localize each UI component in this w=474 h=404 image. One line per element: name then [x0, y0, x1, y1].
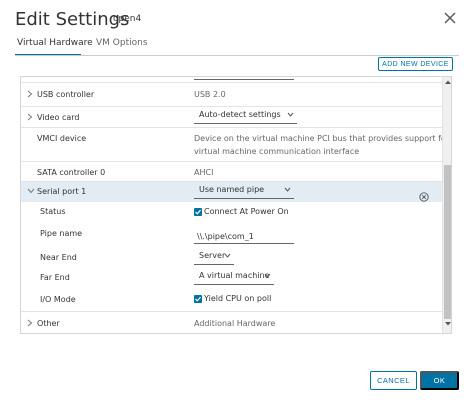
row-description: Device on the virtual machine PCI bus th…	[194, 132, 452, 158]
description-line: Device on the virtual machine PCI bus th…	[194, 134, 452, 143]
close-icon[interactable]	[442, 10, 458, 26]
tab-vm-options[interactable]: VM Options	[96, 38, 148, 48]
chevron-right-icon[interactable]	[27, 319, 33, 329]
yield-cpu-checkbox[interactable]	[194, 295, 202, 303]
connect-at-power-on-checkbox[interactable]	[194, 208, 202, 216]
cancel-button[interactable]: CANCEL	[370, 371, 417, 390]
select-value: Server	[199, 251, 226, 260]
chevron-down-icon	[264, 272, 271, 280]
row-label: Video card	[37, 113, 80, 122]
chevron-down-icon	[224, 252, 231, 260]
row-label: VMCI device	[37, 134, 87, 143]
select-field-partial	[194, 77, 294, 80]
scrollbar[interactable]	[442, 77, 451, 333]
chevron-down-icon[interactable]	[27, 188, 35, 196]
add-new-device-button[interactable]: ADD NEW DEVICE	[378, 57, 453, 71]
row-label: Other	[37, 319, 60, 328]
row-pipe-name: Pipe name	[21, 222, 442, 248]
row-other[interactable]: Other Additional Hardware	[21, 312, 442, 333]
select-value: A virtual machine	[199, 271, 270, 280]
row-label: Serial port 1	[37, 187, 87, 196]
far-end-select[interactable]: A virtual machine	[194, 271, 274, 285]
vm-name: open4	[113, 14, 142, 24]
row-status: Status Connect At Power On	[21, 202, 442, 222]
row-usb-controller[interactable]: USB controller USB 2.0	[21, 83, 442, 107]
tab-divider	[15, 55, 459, 56]
chevron-down-icon	[287, 111, 294, 119]
checkbox-label: Connect At Power On	[204, 207, 289, 216]
edit-settings-dialog: Edit Settings open4 Virtual Hardware VM …	[0, 0, 474, 404]
row-near-end: Near End Server	[21, 248, 442, 268]
checkbox-label: Yield CPU on poll	[204, 294, 272, 303]
row-io-mode: I/O Mode Yield CPU on poll	[21, 288, 442, 312]
chevron-right-icon[interactable]	[27, 113, 33, 123]
row-label: USB controller	[37, 90, 95, 99]
row-value: AHCI	[194, 168, 214, 177]
description-line: virtual machine communication interface	[194, 147, 360, 156]
row-label: Far End	[40, 273, 70, 282]
video-card-select[interactable]: Auto-detect settings	[194, 110, 297, 124]
select-value: Use named pipe	[199, 185, 265, 194]
row-sata-controller: SATA controller 0 AHCI	[21, 162, 442, 182]
serial-port-type-select[interactable]: Use named pipe	[194, 185, 294, 199]
row-vmci-device: VMCI device Device on the virtual machin…	[21, 128, 451, 162]
row-label: Pipe name	[40, 229, 83, 238]
row-value: Additional Hardware	[194, 319, 276, 328]
row-label: Near End	[40, 253, 77, 262]
pipe-name-input[interactable]	[194, 230, 294, 244]
row-label: Status	[40, 207, 66, 216]
ok-button[interactable]: OK	[420, 371, 459, 390]
scrollbar-thumb[interactable]	[444, 165, 451, 319]
remove-device-icon[interactable]	[419, 187, 429, 202]
select-value: Auto-detect settings	[199, 110, 281, 119]
row-video-card[interactable]: Video card Auto-detect settings	[21, 107, 442, 128]
chevron-down-icon	[284, 186, 291, 194]
row-value: USB 2.0	[194, 90, 226, 99]
chevron-right-icon[interactable]	[27, 90, 33, 100]
hardware-list: USB controller USB 2.0 Video card Auto-d…	[20, 76, 452, 334]
row-far-end: Far End A virtual machine	[21, 268, 442, 288]
scroll-up-icon[interactable]	[443, 79, 451, 89]
row-serial-port-1[interactable]: Serial port 1 Use named pipe	[21, 182, 442, 202]
near-end-select[interactable]: Server	[194, 251, 234, 265]
scroll-down-icon[interactable]	[443, 321, 451, 331]
row-label: SATA controller 0	[37, 168, 106, 177]
row-label: I/O Mode	[40, 295, 76, 304]
tab-virtual-hardware[interactable]: Virtual Hardware	[17, 38, 93, 48]
